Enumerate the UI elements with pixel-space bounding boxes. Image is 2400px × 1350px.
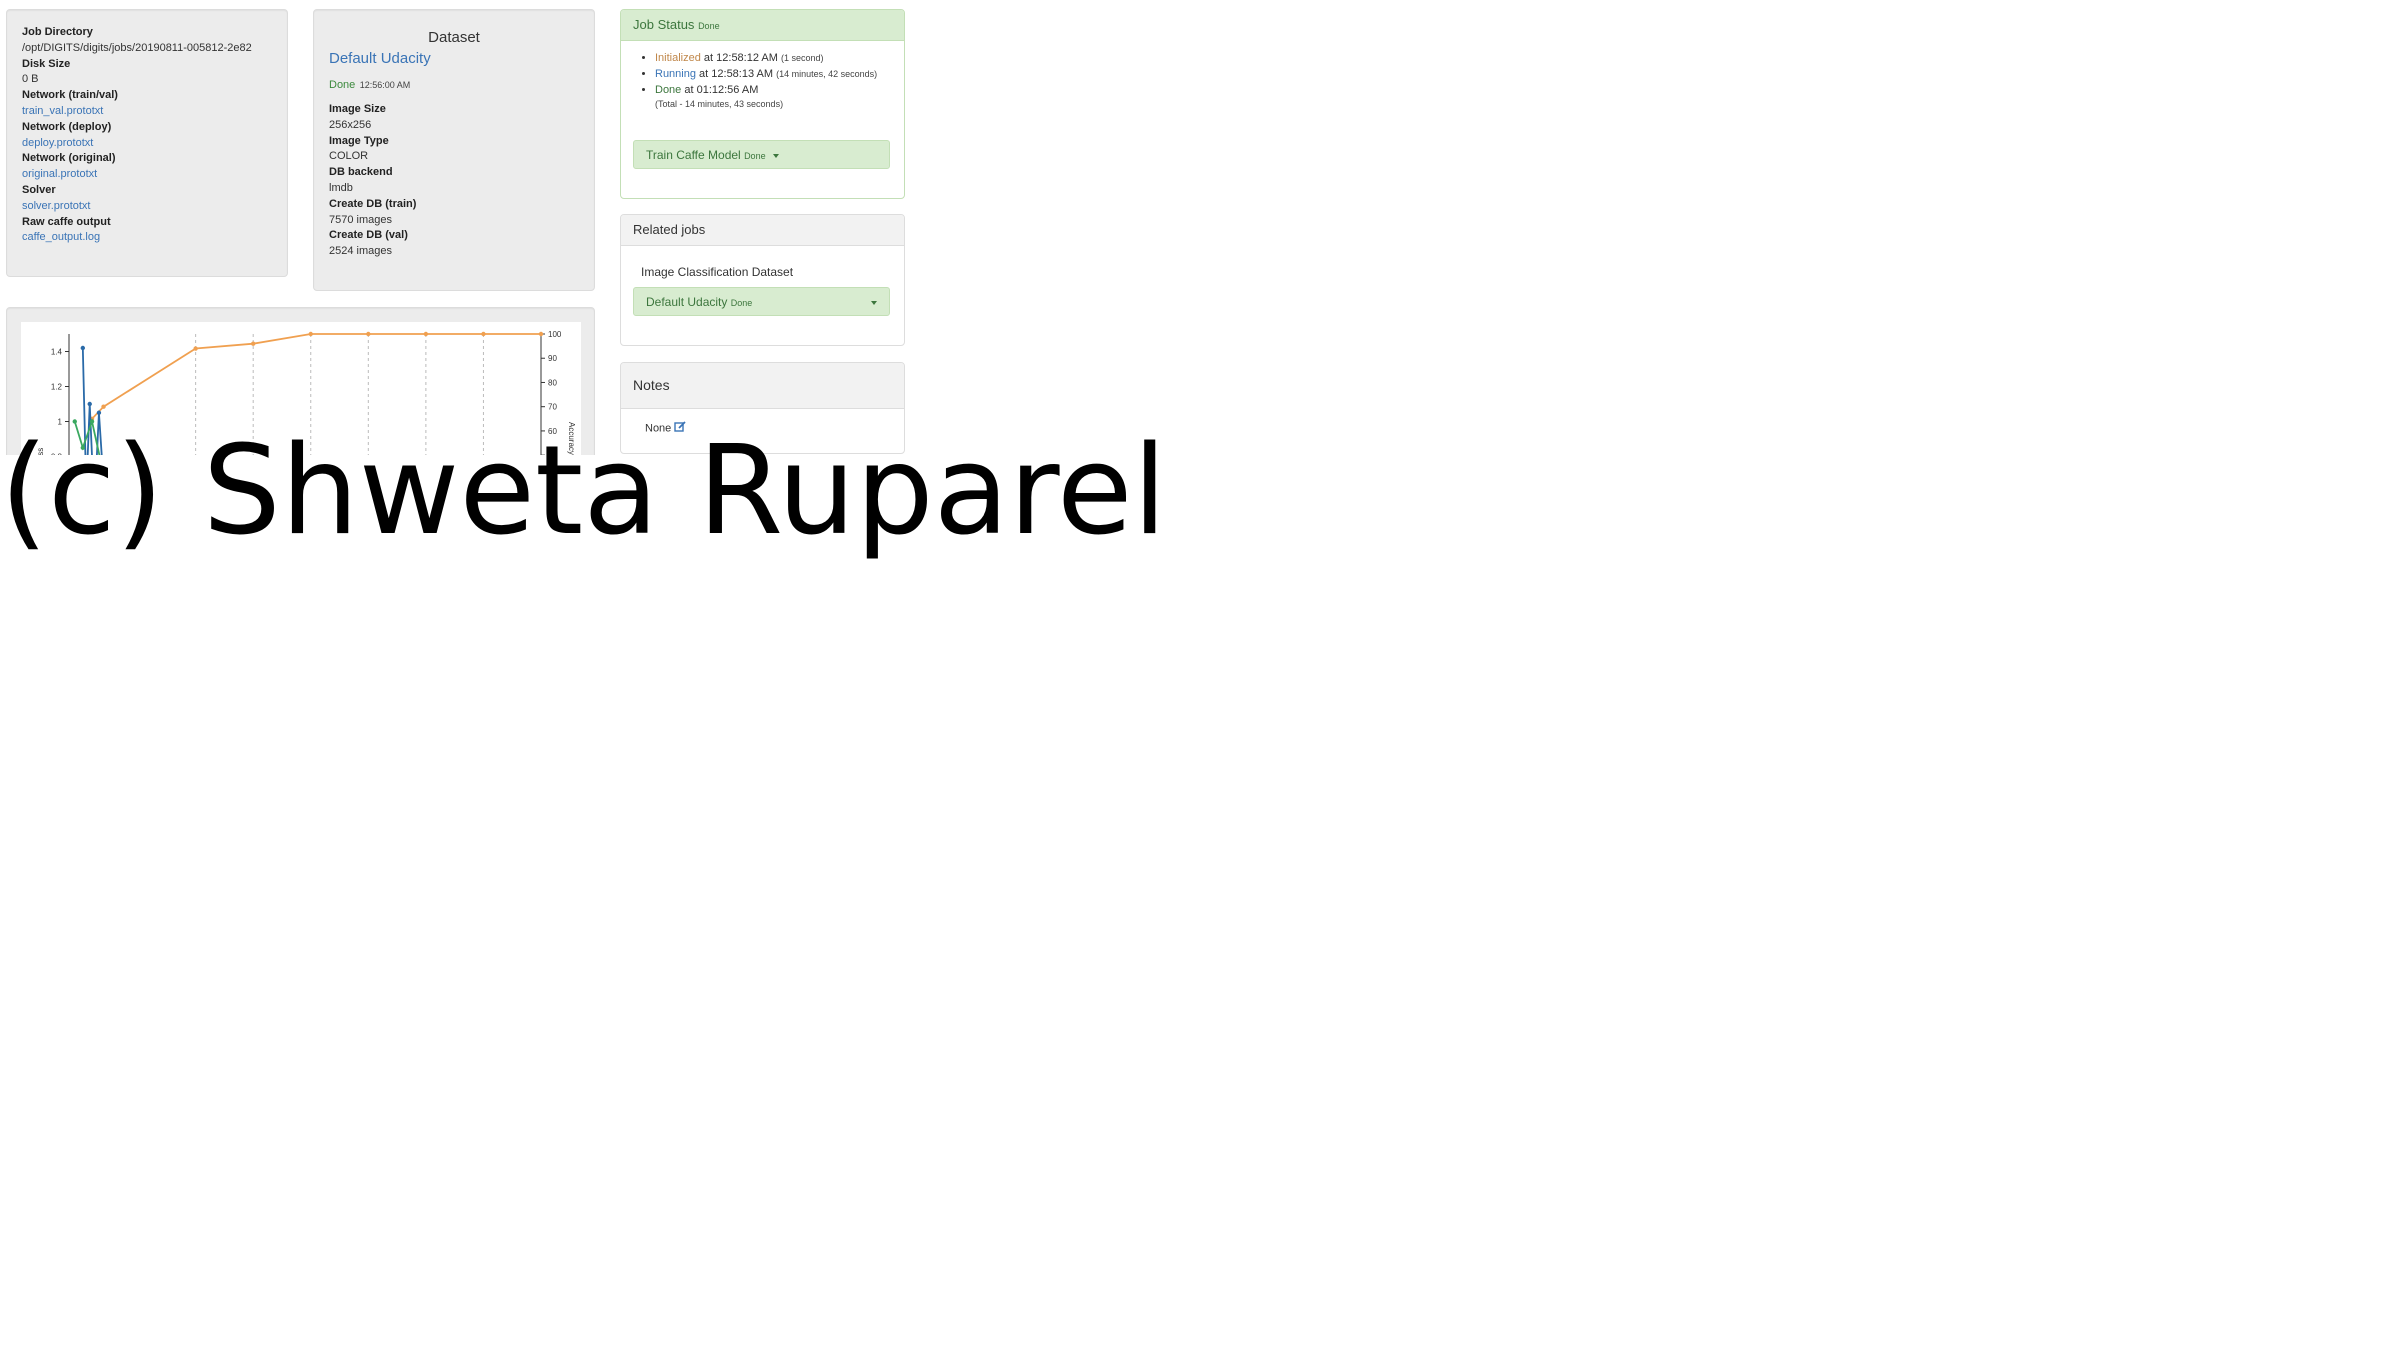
data-point <box>366 331 371 337</box>
data-point <box>80 345 86 351</box>
related-job-badge: Done <box>730 298 753 308</box>
raw-output-label: Raw caffe output <box>22 215 111 228</box>
step-initialized: Initialized at 12:58:12 AM (1 second) <box>655 51 892 65</box>
data-point <box>87 401 92 407</box>
network-original-link[interactable]: original.prototxt <box>22 167 272 183</box>
data-point <box>193 346 198 351</box>
dataset-status: Done 12:56:00 AM <box>329 75 579 93</box>
related-job-label: Default Udacity <box>646 295 728 309</box>
network-deploy-link[interactable]: deploy.prototxt <box>22 136 272 152</box>
step-time: at 12:58:13 AM <box>699 68 774 80</box>
related-jobs-panel: Related jobs Image Classification Datase… <box>620 214 905 346</box>
dataset-status-text: Done <box>329 79 356 91</box>
train-caffe-model-badge: Done <box>744 151 766 161</box>
image-size-label: Image Size <box>329 103 386 115</box>
watermark: (c) Shweta Ruparel <box>0 420 1167 563</box>
network-deploy-label: Network (deploy) <box>22 120 112 133</box>
dataset-heading: Dataset <box>428 29 480 46</box>
job-status-heading: Job Status Done <box>621 10 904 41</box>
raw-output-link[interactable]: caffe_output.log <box>22 230 272 246</box>
job-status-steps: Initialized at 12:58:12 AM (1 second) Ru… <box>633 51 892 111</box>
step-name: Done <box>655 84 682 96</box>
series-line <box>91 333 541 420</box>
job-info-panel: Job Directory /opt/DIGITS/digits/jobs/20… <box>6 9 288 277</box>
related-type-label: Image Classification Dataset <box>641 265 794 279</box>
job-directory-value: /opt/DIGITS/digits/jobs/20190811-005812-… <box>22 41 252 54</box>
step-name: Running <box>655 68 696 80</box>
create-val-value: 2524 images <box>329 245 392 258</box>
related-job-dropdown[interactable]: Default Udacity Done <box>633 287 890 316</box>
data-point <box>250 341 256 346</box>
solver-label: Solver <box>22 183 56 196</box>
job-status-panel: Job Status Done Initialized at 12:58:12 … <box>620 9 905 199</box>
db-backend-value: lmdb <box>329 181 353 194</box>
data-point <box>308 331 313 337</box>
train-caffe-model-dropdown[interactable]: Train Caffe Model Done <box>633 140 890 169</box>
digits-job-screenshot: Job Directory /opt/DIGITS/digits/jobs/20… <box>0 0 920 455</box>
disk-size-value: 0 B <box>22 73 39 86</box>
right-tick-label: 70 <box>548 403 557 412</box>
dataset-panel: Dataset Default Udacity Done 12:56:00 AM… <box>313 9 595 291</box>
job-status-badge: Done <box>698 21 720 31</box>
network-original-label: Network (original) <box>22 152 116 165</box>
step-duration: (1 second) <box>780 53 824 63</box>
step-time: at 01:12:56 AM <box>684 84 759 96</box>
notes-title: Notes <box>633 377 670 393</box>
job-status-title: Job Status <box>633 17 695 32</box>
data-point <box>101 404 106 409</box>
job-directory-label: Job Directory <box>22 26 93 38</box>
dataset-status-time: 12:56:00 AM <box>359 80 411 90</box>
step-done: Done at 01:12:56 AM (Total - 14 minutes,… <box>655 83 892 111</box>
right-tick-label: 90 <box>548 354 557 363</box>
related-jobs-heading: Related jobs <box>621 215 904 246</box>
left-tick-label: 1.4 <box>51 348 63 357</box>
data-point <box>538 331 544 337</box>
solver-link[interactable]: solver.prototxt <box>22 199 272 215</box>
network-trainval-link[interactable]: train_val.prototxt <box>22 104 272 120</box>
data-point <box>423 331 429 337</box>
create-val-label: Create DB (val) <box>329 229 408 242</box>
train-caffe-model-label: Train Caffe Model <box>646 148 741 162</box>
left-tick-label: 1.2 <box>51 383 63 392</box>
related-jobs-title: Related jobs <box>633 222 706 237</box>
data-point <box>96 410 102 415</box>
step-duration: (Total - 14 minutes, 43 seconds) <box>655 99 784 109</box>
chevron-down-icon <box>772 153 779 158</box>
dataset-name-link[interactable]: Default Udacity <box>329 50 579 67</box>
step-duration: (14 minutes, 42 seconds) <box>776 69 878 79</box>
step-time: at 12:58:12 AM <box>703 52 778 64</box>
create-train-label: Create DB (train) <box>329 197 417 210</box>
step-name: Initialized <box>655 52 701 64</box>
right-tick-label: 100 <box>548 330 562 339</box>
notes-heading: Notes <box>621 363 904 409</box>
image-type-value: COLOR <box>329 150 369 163</box>
step-running: Running at 12:58:13 AM (14 minutes, 42 s… <box>655 67 892 81</box>
db-backend-label: DB backend <box>329 166 393 179</box>
create-train-value: 7570 images <box>329 213 392 226</box>
right-tick-label: 80 <box>548 378 557 387</box>
chevron-down-icon <box>871 301 877 305</box>
image-size-value: 256x256 <box>329 118 372 131</box>
network-trainval-label: Network (train/val) <box>22 89 118 102</box>
data-point <box>481 331 486 337</box>
image-type-label: Image Type <box>329 134 389 147</box>
disk-size-label: Disk Size <box>22 57 71 70</box>
